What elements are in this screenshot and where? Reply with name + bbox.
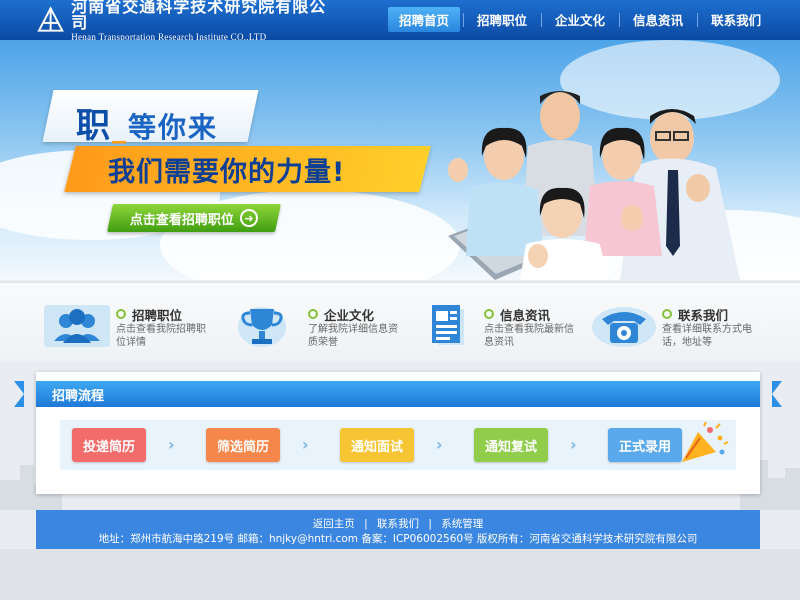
chevron-right-icon: › <box>168 435 175 454</box>
view-positions-button[interactable]: 点击查看招聘职位 ➜ <box>107 204 281 232</box>
arrow-right-icon: ➜ <box>240 209 258 227</box>
feature-positions[interactable]: 招聘职位 点击查看我院招聘职位详情 <box>44 303 214 353</box>
document-icon <box>432 305 464 345</box>
nav-item-positions[interactable]: 招聘职位 <box>466 7 538 32</box>
chevron-right-icon: › <box>302 435 309 454</box>
people-icon <box>44 305 110 347</box>
banner-subtitle: 我们需要你的力量! <box>108 157 346 188</box>
feature-shortcuts: 招聘职位 点击查看我院招聘职位详情 企业文化 了解我院详细信息资质荣誉 信息资讯… <box>0 282 800 362</box>
step-hired: 正式录用 <box>608 428 682 462</box>
process-title: 招聘流程 <box>52 389 105 404</box>
feature-description: 查看详细联系方式电话，地址等 <box>662 324 752 348</box>
banner-title-rest: 等你来 <box>128 111 219 144</box>
feature-description: 点击查看我院招聘职位详情 <box>116 324 206 348</box>
nav-item-home[interactable]: 招聘首页 <box>388 7 461 32</box>
chevron-right-icon: › <box>570 435 577 454</box>
main-nav: 招聘首页 招聘职位 企业文化 信息资讯 联系我们 <box>388 7 775 32</box>
banner-title-big: 职 <box>76 106 112 146</box>
step-submit-resume: 投递简历 <box>72 428 146 462</box>
process-header-ribbon: 招聘流程 <box>14 381 782 407</box>
step-interview-notice: 通知面试 <box>340 428 414 462</box>
logo-chinese-name: 河南省交通科学技术研究院有限公司 <box>71 0 327 32</box>
site-logo[interactable]: 河南省交通科学技术研究院有限公司 Henan Transportation Re… <box>36 0 336 41</box>
footer-link-home[interactable]: 返回主页 <box>313 518 355 530</box>
site-header: 河南省交通科学技术研究院有限公司 Henan Transportation Re… <box>0 0 800 41</box>
recruitment-process-panel: 招聘流程 投递简历 › 筛选简历 › 通知面试 › 通知复试 › 正式录用 <box>14 372 782 494</box>
logo-mark-icon <box>37 6 64 32</box>
nav-item-culture[interactable]: 企业文化 <box>544 7 616 32</box>
page-bottom-band <box>0 549 800 600</box>
step-screen-resume: 筛选简历 <box>206 428 280 462</box>
banner-title: 职_等你来 <box>76 106 219 146</box>
view-positions-label: 点击查看招聘职位 <box>129 212 234 228</box>
footer-contact-info: 地址：郑州市航海中路219号 邮箱：hnjky@hntri.com 备案：ICP… <box>98 533 698 545</box>
team-photo <box>448 91 740 280</box>
chevron-right-icon: › <box>436 435 443 454</box>
phone-icon <box>592 307 656 347</box>
trophy-icon <box>238 307 286 347</box>
nav-divider <box>463 13 465 27</box>
feature-contact[interactable]: 联系我们 查看详细联系方式电话，地址等 <box>590 303 760 353</box>
feature-title: 信息资讯 <box>484 305 550 324</box>
site-footer: 返回主页 | 联系我们 | 系统管理 地址：郑州市航海中路219号 邮箱：hnj… <box>36 510 760 549</box>
footer-links: 返回主页 | 联系我们 | 系统管理 <box>312 518 484 530</box>
feature-description: 点击查看我院最新信息资讯 <box>484 324 574 348</box>
footer-link-admin[interactable]: 系统管理 <box>441 518 483 530</box>
nav-item-contact[interactable]: 联系我们 <box>700 7 772 32</box>
step-second-interview: 通知复试 <box>474 428 548 462</box>
feature-title: 联系我们 <box>662 305 728 324</box>
nav-divider <box>697 13 699 27</box>
feature-title: 招聘职位 <box>116 305 182 324</box>
feature-culture[interactable]: 企业文化 了解我院详细信息资质荣誉 <box>236 303 406 353</box>
hero-banner: 职_等你来 我们需要你的力量! 点击查看招聘职位 ➜ <box>0 40 800 280</box>
feature-news[interactable]: 信息资讯 点击查看我院最新信息资讯 <box>412 303 582 353</box>
footer-link-contact[interactable]: 联系我们 <box>377 518 419 530</box>
nav-item-news[interactable]: 信息资讯 <box>622 7 694 32</box>
nav-divider <box>541 13 543 27</box>
celebration-icon <box>682 422 729 462</box>
process-steps: 投递简历 › 筛选简历 › 通知面试 › 通知复试 › 正式录用 <box>60 420 736 470</box>
feature-title: 企业文化 <box>308 305 374 324</box>
feature-description: 了解我院详细信息资质荣誉 <box>308 324 398 348</box>
nav-divider <box>619 13 621 27</box>
